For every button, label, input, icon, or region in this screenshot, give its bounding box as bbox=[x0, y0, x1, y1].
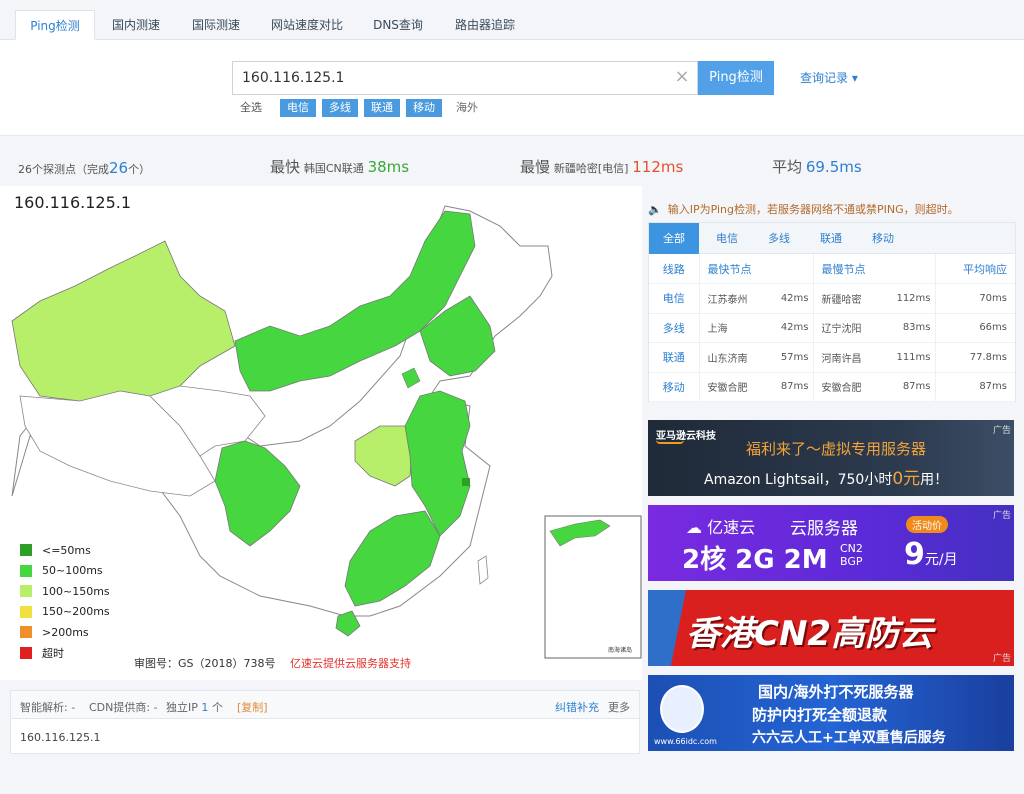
ip-info-header: 智能解析: - CDN提供商: - 独立IP 1 个 [复制] 纠错补充 更多 bbox=[11, 691, 639, 719]
ad-headline: 香港CN2高防云 bbox=[686, 614, 934, 654]
ad-line2: 防护内打死全额退款 bbox=[752, 706, 888, 724]
inset-label: 南海诸岛 bbox=[608, 646, 632, 654]
tab-intl-speed[interactable]: 国际测速 bbox=[176, 10, 256, 40]
cdn-provider: CDN提供商: - bbox=[89, 701, 158, 714]
legend-item: 150~200ms bbox=[20, 602, 110, 623]
results-tab-all[interactable]: 全部 bbox=[649, 223, 699, 254]
line-filters: 全选 电信 多线 联通 移动 海外 bbox=[238, 98, 488, 118]
ad-subline: Amazon Lightsail，750小时0元用！ bbox=[704, 469, 949, 489]
stats-bar: 26个探测点（完成26个） 最快 韩国CN联通 38ms 最慢 新疆哈密[电信]… bbox=[0, 148, 1024, 186]
legend-item: 超时 bbox=[20, 643, 110, 664]
legend-swatch bbox=[20, 585, 32, 598]
average-stat: 平均 69.5ms bbox=[772, 158, 862, 176]
legend-swatch bbox=[20, 605, 32, 618]
ad-line1: 国内/海外打不死服务器 bbox=[758, 683, 914, 701]
filter-telecom[interactable]: 电信 bbox=[280, 99, 316, 117]
fastest-stat: 最快 韩国CN联通 38ms bbox=[270, 158, 410, 176]
ad-yisu-cloud[interactable]: 广告 ☁ 亿速云 云服务器 活动价 2核 2G 2M CN2 BGP 9元/月 bbox=[648, 505, 1014, 581]
table-row: 电信 江苏泰州 42ms 新疆哈密 112ms 70ms bbox=[649, 283, 1015, 314]
legend-swatch bbox=[20, 564, 32, 577]
table-header: 线路 最快节点 最慢节点 平均响应 bbox=[649, 254, 1015, 284]
legend-swatch bbox=[20, 544, 32, 557]
filter-all[interactable]: 全选 bbox=[238, 99, 264, 117]
report-link[interactable]: 纠错补充 bbox=[555, 699, 599, 715]
ad-badge: 活动价 bbox=[906, 516, 948, 533]
region-xinjiang bbox=[11, 240, 236, 402]
ad-hk-cn2[interactable]: 香港CN2高防云 广告 bbox=[648, 590, 1014, 666]
sponsor-link[interactable]: 亿速云提供云服务器支持 bbox=[290, 655, 411, 671]
results-tab-telecom[interactable]: 电信 bbox=[701, 223, 753, 254]
table-row: 多线 上海 42ms 辽宁沈阳 83ms 66ms bbox=[649, 313, 1015, 343]
ad-price: 9元/月 bbox=[904, 537, 958, 572]
results-tab-mobile[interactable]: 移动 bbox=[857, 223, 909, 254]
more-link[interactable]: 更多 bbox=[608, 699, 630, 715]
ad-brand: ☁ 亿速云 bbox=[686, 518, 756, 537]
notice: 🔈 输入IP为Ping检测，若服务器网络不通或禁PING，则超时。 bbox=[648, 203, 959, 216]
tab-traceroute[interactable]: 路由器追踪 bbox=[440, 10, 530, 40]
ip-info-panel: 智能解析: - CDN提供商: - 独立IP 1 个 [复制] 纠错补充 更多 … bbox=[10, 690, 640, 754]
tab-ping[interactable]: Ping检测 bbox=[15, 10, 95, 40]
legend-swatch bbox=[20, 646, 32, 659]
results-tab-multiline[interactable]: 多线 bbox=[753, 223, 805, 254]
col-line: 线路 bbox=[649, 254, 700, 284]
ad-product: 云服务器 bbox=[790, 519, 858, 539]
col-average: 平均响应 bbox=[935, 254, 1015, 284]
slowest-stat: 最慢 新疆哈密[电信] 112ms bbox=[520, 158, 684, 176]
robot-mascot-icon bbox=[660, 685, 704, 733]
results-table: 线路 最快节点 最慢节点 平均响应 电信 江苏泰州 42ms 新疆哈密 112m… bbox=[649, 254, 1015, 402]
cloud-icon: ☁ bbox=[686, 518, 702, 537]
ad-logo-shape bbox=[648, 590, 686, 666]
filter-multiline[interactable]: 多线 bbox=[322, 99, 358, 117]
tab-domestic-speed[interactable]: 国内测速 bbox=[96, 10, 176, 40]
copy-button[interactable]: [复制] bbox=[237, 699, 268, 715]
ad-url: www.66idc.com bbox=[654, 737, 717, 746]
map-approval-number: 审图号：GS（2018）738号 bbox=[134, 657, 276, 670]
filter-mobile[interactable]: 移动 bbox=[406, 99, 442, 117]
results-tab-unicom[interactable]: 联通 bbox=[805, 223, 857, 254]
map-card: 160.116.125.1 南海诸岛 <=50ms 50~100ms 100~1… bbox=[0, 186, 642, 680]
ip-count: 独立IP 1 个 bbox=[166, 701, 223, 714]
col-slowest: 最慢节点 bbox=[813, 254, 936, 284]
legend-swatch bbox=[20, 626, 32, 639]
ad-line3: 六六云人工+工单双重售后服务 bbox=[752, 730, 946, 746]
search-input[interactable]: 160.116.125.1 bbox=[232, 61, 698, 95]
results-tabs: 全部 电信 多线 联通 移动 bbox=[649, 223, 1015, 254]
nav-tabs: Ping检测 国内测速 国际测速 网站速度对比 DNS查询 路由器追踪 bbox=[0, 0, 1024, 40]
filter-unicom[interactable]: 联通 bbox=[364, 99, 400, 117]
clear-icon[interactable]: × bbox=[672, 67, 692, 87]
region-taiwan bbox=[477, 555, 489, 585]
ad-66-cloud[interactable]: www.66idc.com 国内/海外打不死服务器 防护内打死全额退款 六六云人… bbox=[648, 675, 1014, 751]
ad-aws-lightsail[interactable]: 亚马逊云科技 广告 福利来了～虚拟专用服务器 Amazon Lightsail，… bbox=[648, 420, 1014, 496]
map-legend: <=50ms 50~100ms 100~150ms 150~200ms >200… bbox=[20, 540, 110, 663]
history-dropdown[interactable]: 查询记录 ▾ bbox=[800, 69, 858, 86]
speaker-icon: 🔈 bbox=[648, 203, 662, 216]
ip-list: 160.116.125.1 bbox=[20, 731, 101, 744]
legend-item: >200ms bbox=[20, 622, 110, 643]
smart-resolve: 智能解析: - bbox=[20, 701, 76, 714]
results-panel: 全部 电信 多线 联通 移动 线路 最快节点 最慢节点 平均响应 电信 江苏泰州… bbox=[648, 222, 1016, 402]
probe-count: 26个探测点（完成26个） bbox=[18, 159, 151, 177]
legend-item: <=50ms bbox=[20, 540, 110, 561]
table-row: 联通 山东济南 57ms 河南许昌 111ms 77.8ms bbox=[649, 342, 1015, 373]
region-jiangsu bbox=[462, 478, 470, 486]
ping-button[interactable]: Ping检测 bbox=[698, 61, 774, 95]
ad-network: CN2 BGP bbox=[840, 542, 863, 568]
ad-spec: 2核 2G 2M bbox=[682, 545, 828, 575]
search-panel: 160.116.125.1 × Ping检测 查询记录 ▾ 全选 电信 多线 联… bbox=[0, 40, 1024, 136]
col-fastest: 最快节点 bbox=[699, 254, 814, 284]
ad-headline: 福利来了～虚拟专用服务器 bbox=[746, 440, 927, 458]
table-row: 移动 安徽合肥 87ms 安徽合肥 87ms 87ms bbox=[649, 372, 1015, 402]
amazon-smile-icon bbox=[656, 440, 684, 444]
tab-dns[interactable]: DNS查询 bbox=[360, 10, 436, 40]
legend-item: 50~100ms bbox=[20, 561, 110, 582]
legend-item: 100~150ms bbox=[20, 581, 110, 602]
tab-site-compare[interactable]: 网站速度对比 bbox=[258, 10, 356, 40]
filter-overseas[interactable]: 海外 bbox=[452, 99, 482, 117]
